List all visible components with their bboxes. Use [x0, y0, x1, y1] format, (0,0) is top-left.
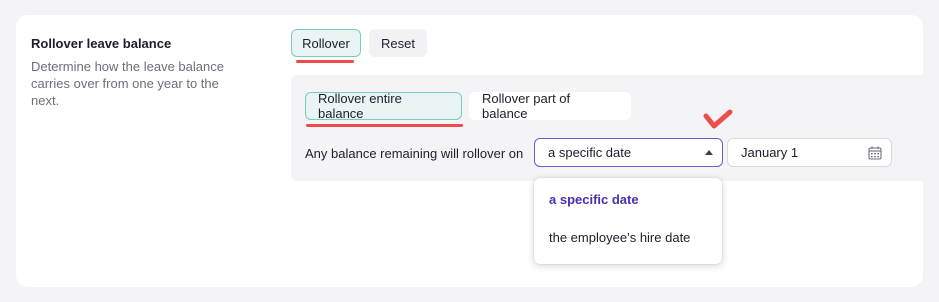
rollover-on-label: Any balance remaining will rollover on — [305, 146, 524, 161]
annotation-underline — [306, 124, 463, 127]
section-description: Determine how the leave balance carries … — [31, 59, 224, 108]
annotation-underline — [296, 60, 354, 63]
reset-button[interactable]: Reset — [369, 29, 427, 57]
dropdown-option-specific-date[interactable]: a specific date — [549, 192, 639, 207]
rollover-entire-balance-button[interactable]: Rollover entire balance — [305, 91, 462, 121]
dropdown-option-hire-date[interactable]: the employee’s hire date — [549, 230, 690, 245]
checkmark-annotation-icon — [703, 109, 733, 129]
section-title: Rollover leave balance — [31, 36, 172, 51]
date-value: January 1 — [741, 145, 799, 160]
rollover-date-type-select[interactable]: a specific date — [534, 138, 723, 167]
select-value: a specific date — [548, 145, 632, 160]
chevron-up-icon — [705, 150, 713, 155]
rollover-button[interactable]: Rollover — [291, 29, 361, 57]
rollover-date-field[interactable]: January 1 — [727, 138, 892, 167]
date-type-dropdown-menu: a specific date the employee’s hire date — [534, 178, 722, 264]
calendar-icon[interactable] — [868, 146, 882, 160]
rollover-part-balance-button[interactable]: Rollover part of balance — [469, 91, 631, 121]
